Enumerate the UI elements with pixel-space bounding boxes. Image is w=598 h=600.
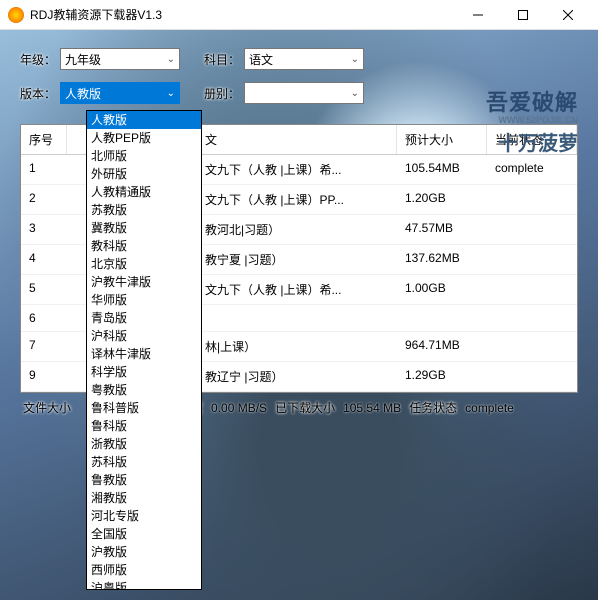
grade-value: 九年级 xyxy=(65,51,101,68)
version-option[interactable]: 湘教版 xyxy=(87,489,201,507)
version-label: 版本： xyxy=(20,85,56,102)
volume-label: 册别： xyxy=(204,85,240,102)
downloaded-label: 已下载大小 xyxy=(272,397,338,418)
cell-size: 105.54MB xyxy=(397,155,487,184)
filesize-value xyxy=(76,406,82,410)
cell-status xyxy=(487,245,577,274)
taskstatus-label: 任务状态 xyxy=(406,397,460,418)
cell-status xyxy=(487,185,577,214)
brand-cn: 吾爱破解 xyxy=(486,85,578,117)
app-icon xyxy=(8,7,24,23)
chevron-down-icon: ⌄ xyxy=(167,54,175,65)
cell-status: complete xyxy=(487,155,577,184)
cell-status xyxy=(487,362,577,391)
subject-select[interactable]: 语文 ⌄ xyxy=(244,48,364,70)
version-option[interactable]: 人教PEP版 xyxy=(87,129,201,147)
version-option[interactable]: 苏教版 xyxy=(87,201,201,219)
cell-index: 5 xyxy=(21,275,67,304)
downloaded-value: 105.54 MB xyxy=(340,399,404,417)
subject-label: 科目： xyxy=(204,51,240,68)
subject-value: 语文 xyxy=(249,51,273,68)
cell-size xyxy=(397,305,487,331)
cell-status xyxy=(487,275,577,304)
version-option[interactable]: 全国版 xyxy=(87,525,201,543)
version-option[interactable]: 北京版 xyxy=(87,255,201,273)
version-option[interactable]: 鲁教版 xyxy=(87,471,201,489)
version-option[interactable]: 浙教版 xyxy=(87,435,201,453)
version-option[interactable]: 教科版 xyxy=(87,237,201,255)
speed-value: 0.00 MB/S xyxy=(208,399,270,417)
version-option[interactable]: 西师版 xyxy=(87,561,201,579)
cell-size: 47.57MB xyxy=(397,215,487,244)
cell-index: 7 xyxy=(21,332,67,361)
filesize-label: 文件大小 xyxy=(20,397,74,418)
version-option[interactable]: 人教精通版 xyxy=(87,183,201,201)
version-option[interactable]: 北师版 xyxy=(87,147,201,165)
chevron-down-icon: ⌄ xyxy=(351,54,359,65)
cell-size: 964.71MB xyxy=(397,332,487,361)
chevron-down-icon: ⌄ xyxy=(351,88,359,99)
version-option[interactable]: 沪科版 xyxy=(87,327,201,345)
cell-index: 3 xyxy=(21,215,67,244)
version-value: 人教版 xyxy=(65,85,101,102)
version-option[interactable]: 华师版 xyxy=(87,291,201,309)
brand-en: WWW.52POJIE.CN xyxy=(486,115,578,125)
cell-size: 1.29GB xyxy=(397,362,487,391)
version-option[interactable]: 青岛版 xyxy=(87,309,201,327)
version-option[interactable]: 科学版 xyxy=(87,363,201,381)
col-size[interactable]: 预计大小 xyxy=(397,125,487,154)
version-option[interactable]: 鲁科普版 xyxy=(87,399,201,417)
version-option[interactable]: 苏科版 xyxy=(87,453,201,471)
minimize-button[interactable] xyxy=(455,0,500,30)
version-option[interactable]: 译林牛津版 xyxy=(87,345,201,363)
version-dropdown[interactable]: 人教版人教PEP版北师版外研版人教精通版苏教版冀教版教科版北京版沪教牛津版华师版… xyxy=(86,110,202,590)
version-option[interactable]: 沪粤版 xyxy=(87,579,201,590)
cell-index: 1 xyxy=(21,155,67,184)
cell-size: 1.20GB xyxy=(397,185,487,214)
version-option[interactable]: 沪教牛津版 xyxy=(87,273,201,291)
col-index[interactable]: 序号 xyxy=(21,125,67,154)
close-button[interactable] xyxy=(545,0,590,30)
brand-logo: 吾爱破解 WWW.52POJIE.CN 十万菠萝 xyxy=(486,85,578,156)
cell-size: 1.00GB xyxy=(397,275,487,304)
cell-index: 9 xyxy=(21,362,67,391)
grade-select[interactable]: 九年级 ⌄ xyxy=(60,48,180,70)
brand-sub: 十万菠萝 xyxy=(486,127,578,156)
cell-status xyxy=(487,305,577,331)
version-option[interactable]: 粤教版 xyxy=(87,381,201,399)
cell-size: 137.62MB xyxy=(397,245,487,274)
version-option[interactable]: 沪教版 xyxy=(87,543,201,561)
window-title: RDJ教辅资源下载器V1.3 xyxy=(30,6,455,23)
version-select[interactable]: 人教版 ⌄ xyxy=(60,82,180,104)
version-option[interactable]: 冀教版 xyxy=(87,219,201,237)
version-option[interactable]: 河北专版 xyxy=(87,507,201,525)
cell-index: 4 xyxy=(21,245,67,274)
chevron-down-icon: ⌄ xyxy=(167,88,175,99)
version-option[interactable]: 鲁科版 xyxy=(87,417,201,435)
cell-index: 2 xyxy=(21,185,67,214)
cell-index: 6 xyxy=(21,305,67,331)
grade-label: 年级： xyxy=(20,51,56,68)
titlebar: RDJ教辅资源下载器V1.3 xyxy=(0,0,598,30)
cell-status xyxy=(487,215,577,244)
maximize-button[interactable] xyxy=(500,0,545,30)
cell-status xyxy=(487,332,577,361)
taskstatus-value: complete xyxy=(462,399,517,417)
volume-select[interactable]: ⌄ xyxy=(244,82,364,104)
version-option[interactable]: 外研版 xyxy=(87,165,201,183)
version-option[interactable]: 人教版 xyxy=(87,111,201,129)
